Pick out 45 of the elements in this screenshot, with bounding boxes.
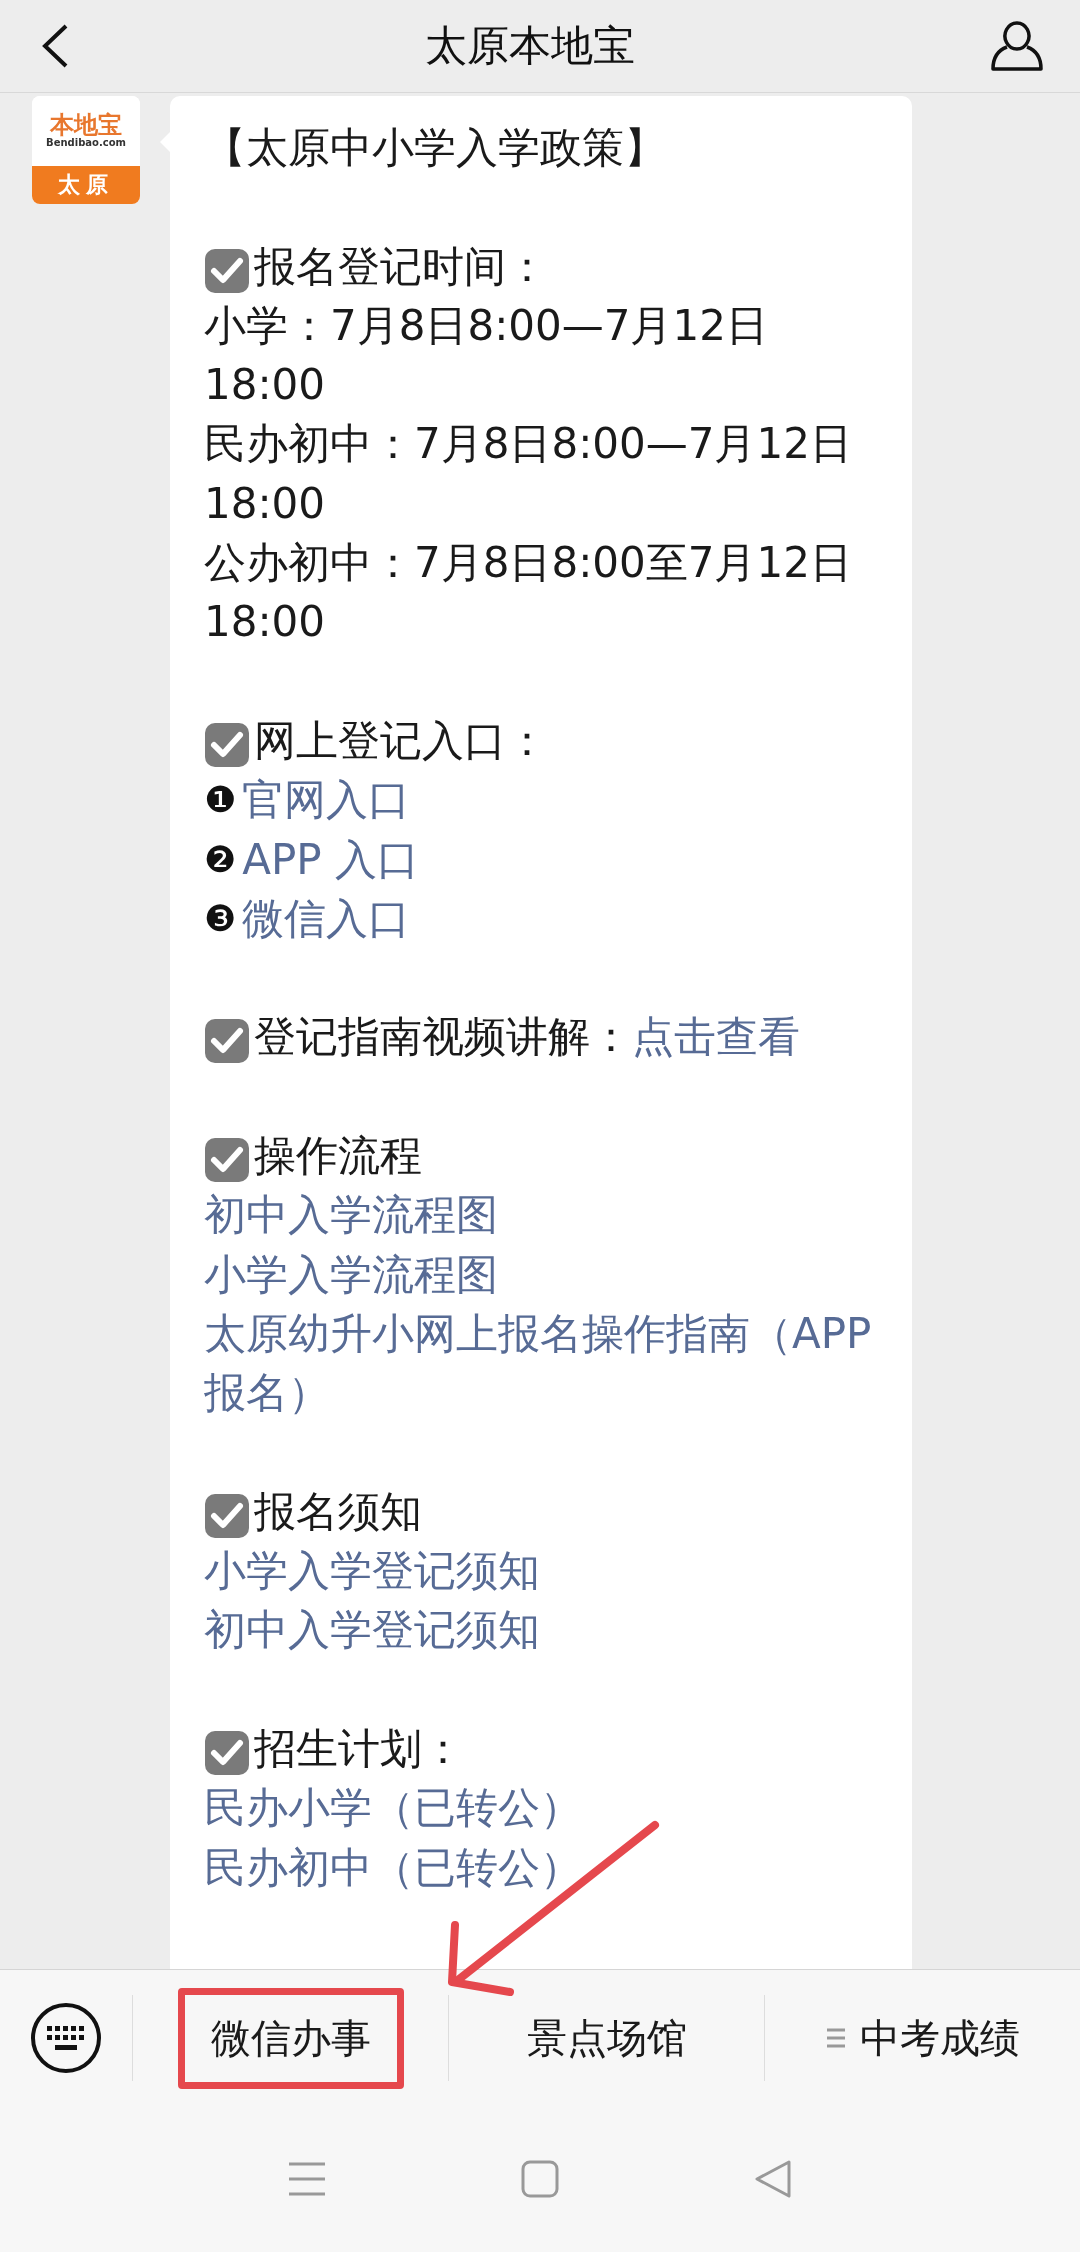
number-marker: ❶ [204, 778, 237, 823]
keyboard-icon[interactable] [30, 2002, 102, 2074]
view-link[interactable]: 点击查看 [632, 1007, 800, 1067]
article-link[interactable]: 初中入学登记须知 [204, 1600, 882, 1660]
article-link[interactable]: 小学入学登记须知 [204, 1541, 882, 1601]
number-marker: ❷ [204, 837, 237, 882]
home-icon[interactable] [521, 2160, 559, 2198]
account-avatar[interactable]: 本地宝 Bendibao.com 太原 [32, 96, 140, 204]
logo-brand: 本地宝 [50, 113, 122, 137]
message-text: 公办初中：7月8日8:00至7月12日18:00 [204, 537, 853, 649]
submenu-icon [825, 2027, 846, 2049]
article-link[interactable]: 太原幼升小网上报名操作指南（APP 报名） [204, 1303, 882, 1423]
section-heading: 报名须知 [254, 1485, 422, 1538]
message-text: 小学：7月8日8:00—7月12日18:00 [204, 299, 769, 412]
section-heading: 报名登记时间： [254, 240, 548, 293]
article-link[interactable]: 小学入学流程图 [204, 1244, 882, 1304]
checkbox-icon [204, 1018, 250, 1065]
logo-city: 太原 [32, 166, 140, 204]
article-link[interactable]: 民办小学（已转公） [204, 1778, 882, 1838]
entry-link[interactable]: 微信入口 [242, 888, 411, 949]
profile-icon[interactable] [990, 20, 1044, 72]
article-link[interactable]: 初中入学流程图 [204, 1185, 882, 1245]
checkbox-icon [204, 1730, 250, 1776]
checkbox-icon [204, 1137, 250, 1184]
checkbox-icon [204, 1492, 250, 1539]
back-icon[interactable] [40, 23, 70, 69]
entry-link[interactable]: APP 入口 [242, 829, 420, 889]
menu-button[interactable]: 中考成绩 [792, 1987, 1053, 2089]
window-title: 太原本地宝 [425, 20, 635, 72]
menu-button[interactable]: 景点场馆 [493, 1987, 720, 2089]
menu-icon[interactable] [287, 2161, 326, 2197]
section-heading: 操作流程 [254, 1130, 422, 1183]
message-text: 民办初中：7月8日8:00—7月12日18:00 [204, 418, 853, 530]
message-text: 【太原中小学入学政策】 [204, 122, 667, 174]
checkbox-icon [204, 721, 250, 768]
section-heading: 招生计划： [254, 1723, 464, 1775]
entry-link[interactable]: 官网入口 [242, 770, 411, 830]
number-marker: ❸ [204, 896, 237, 941]
logo-domain: Bendibao.com [46, 137, 126, 149]
section-heading: 网上登记入口： [254, 714, 548, 767]
menu-button[interactable]: 微信办事 [177, 1987, 404, 2089]
section-heading: 登记指南视频讲解： [254, 1011, 632, 1064]
checkbox-icon [204, 247, 250, 294]
back-triangle-icon[interactable] [754, 2160, 793, 2198]
article-link[interactable]: 民办初中（已转公） [204, 1837, 882, 1897]
